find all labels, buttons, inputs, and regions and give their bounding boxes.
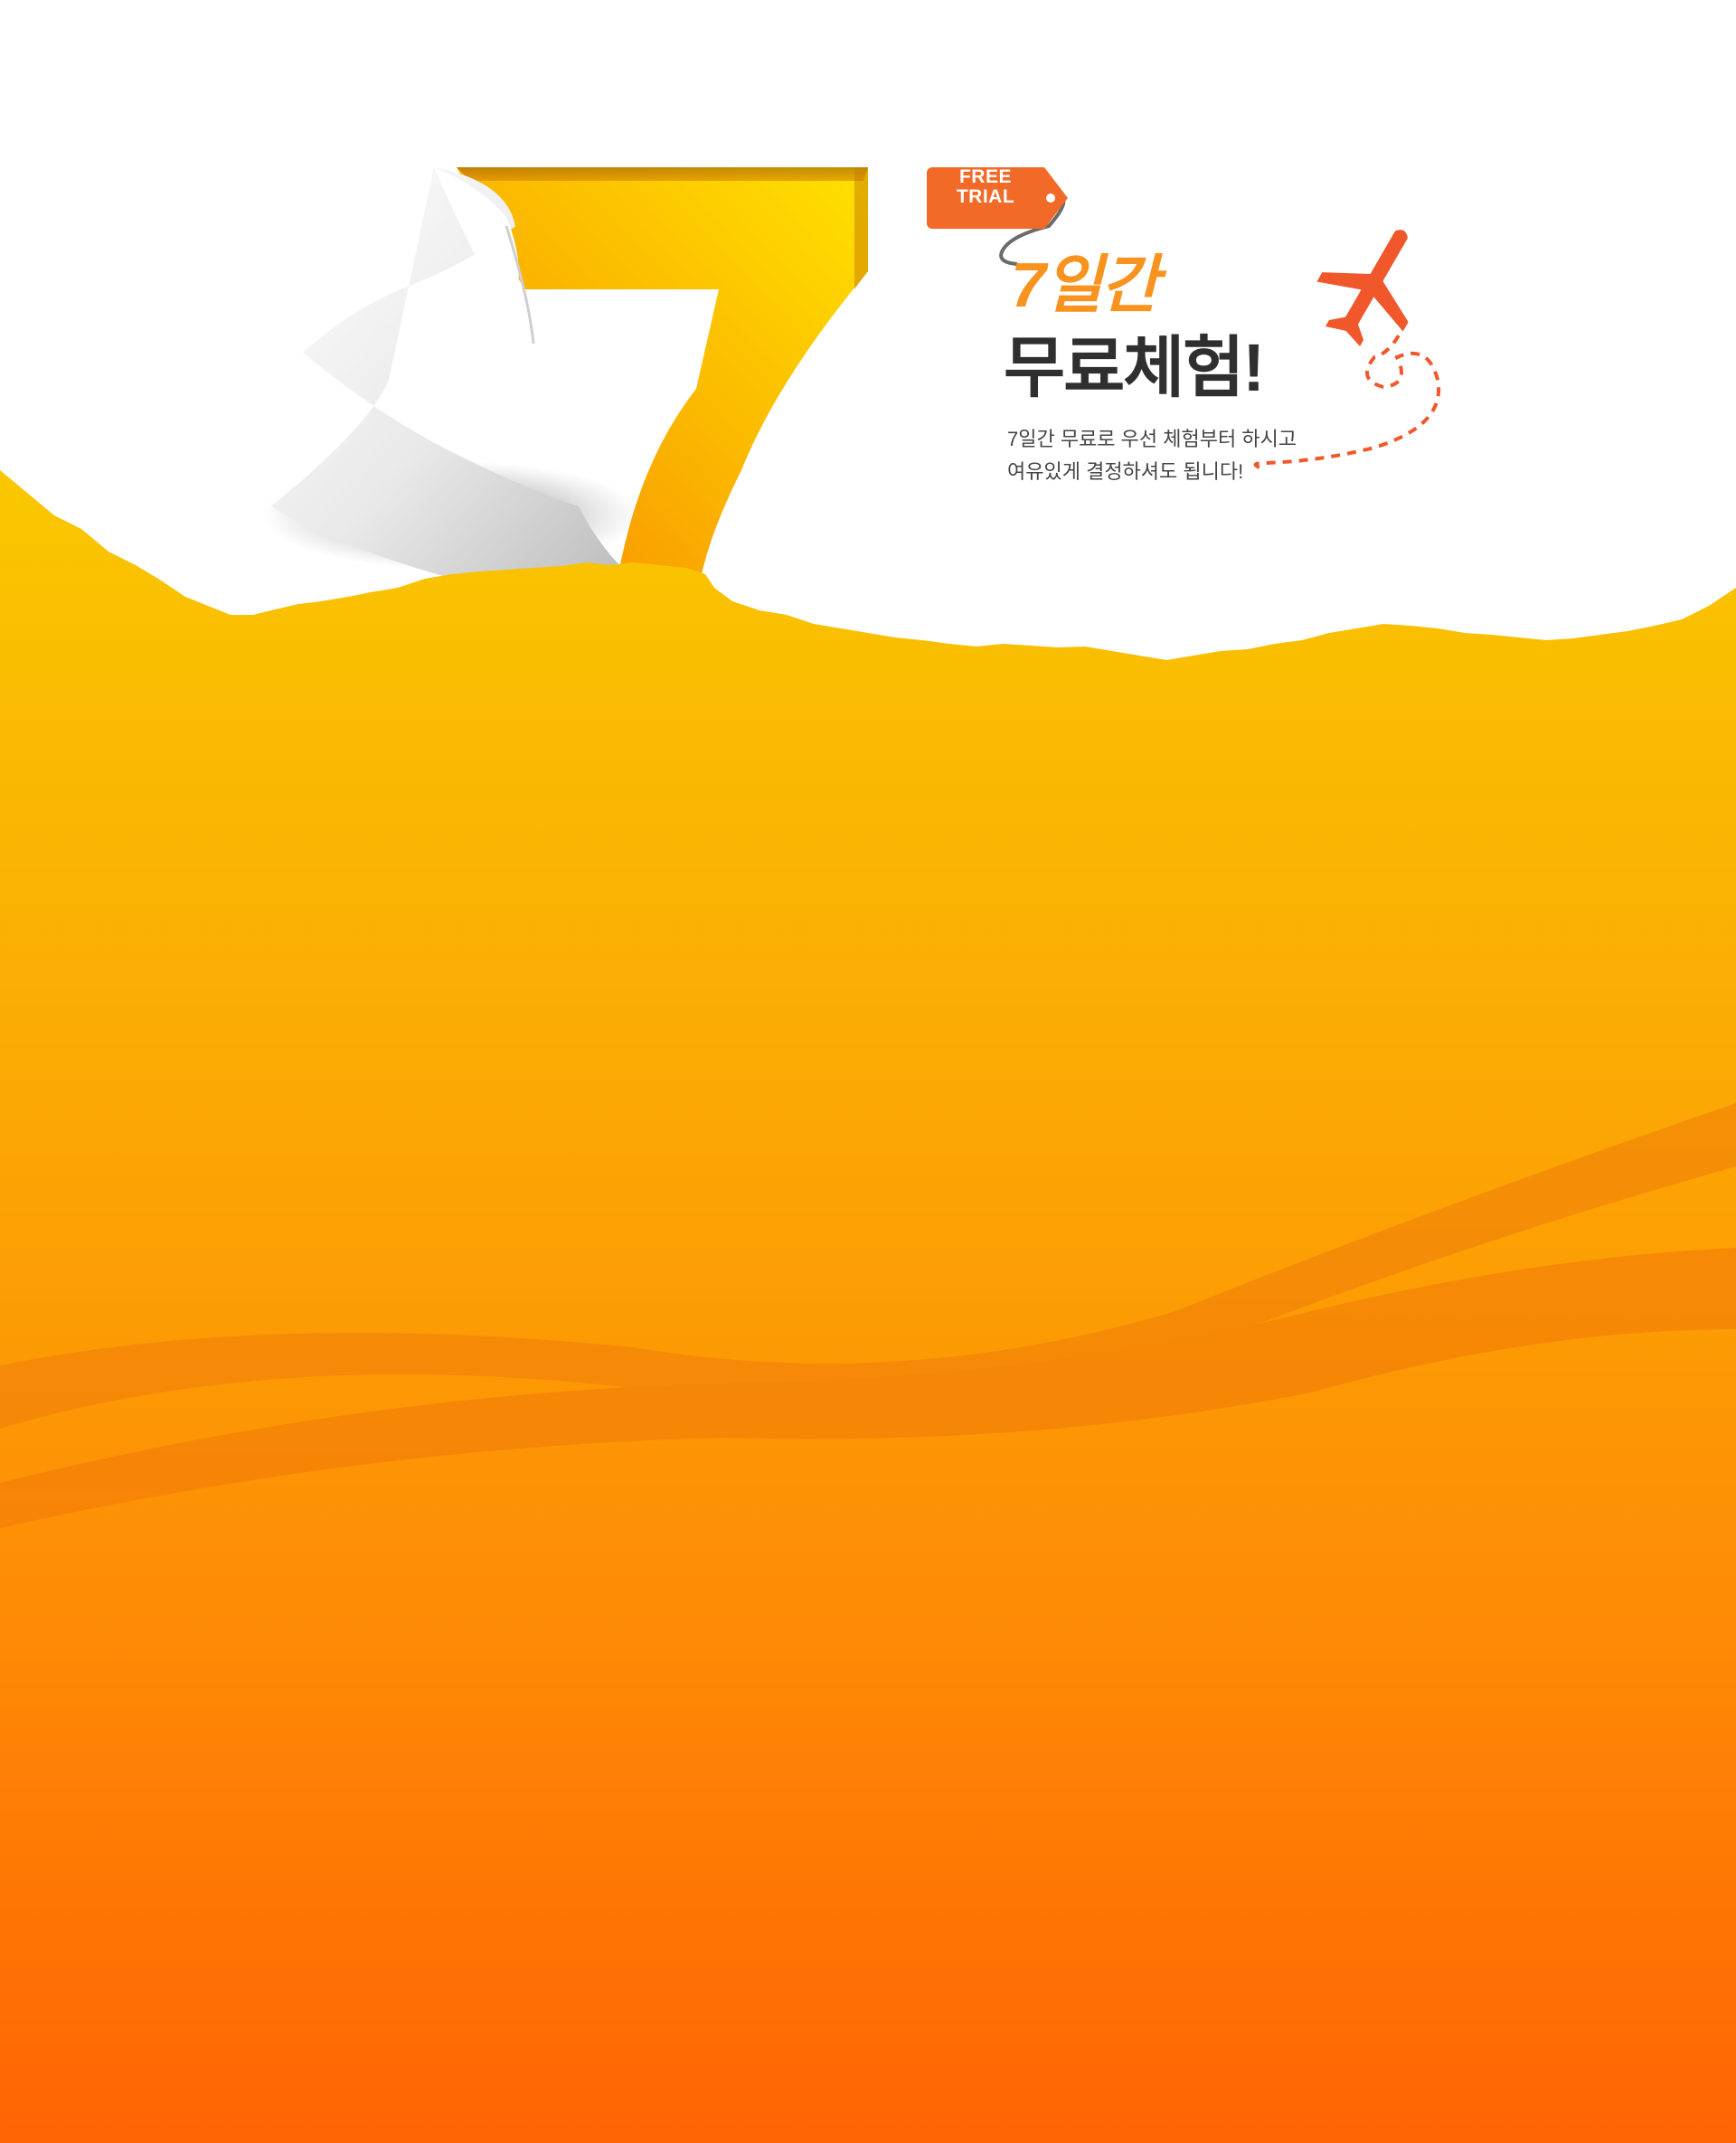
airplane-icon <box>1316 230 1409 346</box>
background-art <box>0 167 1736 2143</box>
free-trial-tag: FREE TRIAL <box>927 166 1068 229</box>
headline-main: 무료체험! <box>1004 330 1265 405</box>
description-line-1: 7일간 무료로 우선 체험부터 하시고 <box>1007 428 1297 450</box>
tag-hole <box>1046 194 1055 203</box>
tag-line-1: FREE <box>958 166 1012 187</box>
description-line-2: 여유있게 결정하셔도 됩니다! <box>1007 460 1244 483</box>
tag-line-2: TRIAL <box>956 186 1015 207</box>
free-trial-banner: FREE TRIAL 7일간 무료체험! 7일간 무료로 우선 체험부터 하시고… <box>0 0 1736 2143</box>
headline-days: 7일간 <box>1011 250 1159 320</box>
description: 7일간 무료로 우선 체험부터 하시고 여유있게 결정하셔도 됩니다! <box>1007 423 1297 488</box>
